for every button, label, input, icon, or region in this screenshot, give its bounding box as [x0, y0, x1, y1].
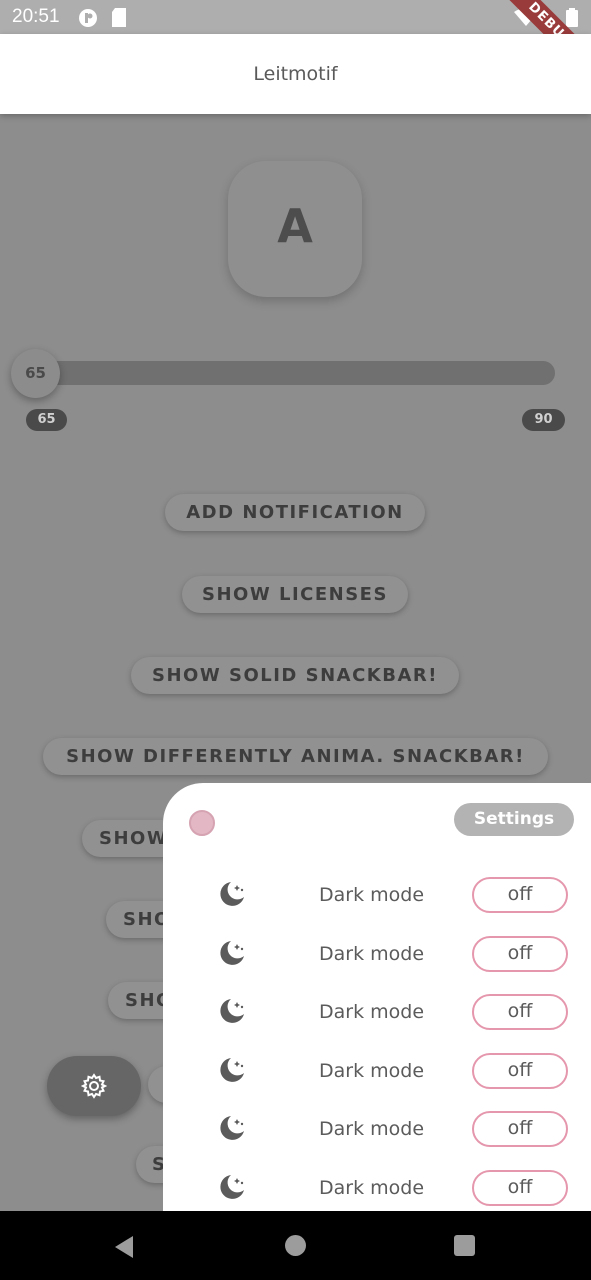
moon-stars-icon	[217, 1113, 247, 1147]
moon-stars-icon	[217, 879, 247, 913]
sd-card-icon	[111, 8, 127, 31]
dark-mode-label: Dark mode	[319, 1118, 425, 1140]
dark-mode-toggle[interactable]: off	[472, 1053, 568, 1089]
app-title: Leitmotif	[253, 63, 338, 85]
avatar[interactable]: A	[228, 161, 362, 297]
recent-apps-icon[interactable]	[454, 1235, 475, 1256]
dark-mode-label: Dark mode	[319, 1001, 425, 1023]
show-differently-animated-snackbar-button[interactable]: SHOW DIFFERENTLY ANIMA. SNACKBAR!	[43, 738, 548, 775]
show-licenses-button[interactable]: SHOW LICENSES	[182, 576, 408, 613]
show-solid-snackbar-button[interactable]: SHOW SOLID SNACKBAR!	[131, 657, 459, 694]
add-notification-button[interactable]: ADD NOTIFICATION	[165, 494, 425, 531]
gear-icon	[81, 1073, 107, 1099]
dark-mode-label: Dark mode	[319, 1177, 425, 1199]
settings-fab[interactable]	[47, 1056, 141, 1116]
back-icon[interactable]	[113, 1235, 135, 1263]
list-item: Dark mode off	[163, 870, 591, 920]
list-item: Dark mode off	[163, 987, 591, 1037]
slider-min-label: 65	[26, 409, 67, 431]
dark-mode-toggle[interactable]: off	[472, 936, 568, 972]
list-item: Dark mode off	[163, 1046, 591, 1096]
dark-mode-label: Dark mode	[319, 1060, 425, 1082]
slider-max-label: 90	[522, 409, 565, 431]
dark-mode-toggle[interactable]: off	[472, 1111, 568, 1147]
app-bar: Leitmotif	[0, 34, 591, 114]
list-item: Dark mode off	[163, 1104, 591, 1154]
dark-mode-label: Dark mode	[319, 884, 425, 906]
status-time: 20:51	[12, 6, 60, 27]
slider-track[interactable]	[22, 361, 555, 385]
dark-mode-toggle[interactable]: off	[472, 877, 568, 913]
slider-value: 65	[25, 364, 46, 382]
list-item: Dark mode off	[163, 1163, 591, 1213]
settings-chip[interactable]: Settings	[454, 803, 574, 836]
avatar-letter: A	[277, 199, 313, 253]
moon-stars-icon	[217, 938, 247, 972]
status-bar: 20:51 DEBUG	[0, 0, 591, 86]
dark-mode-toggle[interactable]: off	[472, 994, 568, 1030]
system-nav-bar	[0, 1211, 591, 1280]
moon-stars-icon	[217, 996, 247, 1030]
slider-thumb[interactable]: 65	[11, 349, 60, 398]
status-dot	[189, 810, 215, 836]
list-item: Dark mode off	[163, 929, 591, 979]
media-icon	[78, 8, 98, 32]
dark-mode-label: Dark mode	[319, 943, 425, 965]
dark-mode-toggle[interactable]: off	[472, 1170, 568, 1206]
moon-stars-icon	[217, 1172, 247, 1206]
settings-sheet: Settings Dark mode off Dark mode off Dar…	[163, 783, 591, 1223]
moon-stars-icon	[217, 1055, 247, 1089]
home-icon[interactable]	[285, 1235, 306, 1256]
